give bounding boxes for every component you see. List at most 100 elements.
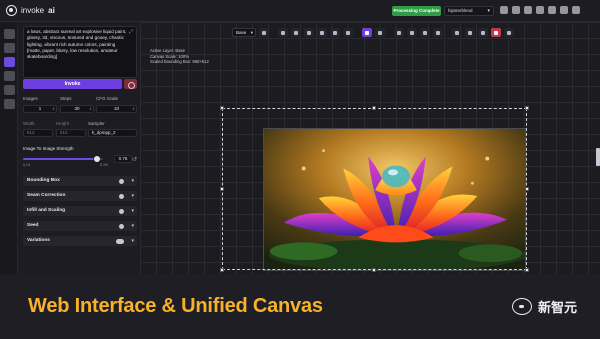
status-badge: Processing Complete xyxy=(392,6,441,16)
clear-canvas-icon[interactable] xyxy=(491,28,501,37)
logo-prefix: invoke xyxy=(21,6,45,15)
section-seam-correction[interactable]: Seam Correction ▾ xyxy=(23,191,137,201)
cfg-scale-stepper[interactable]: 10 ⇕ xyxy=(96,105,137,113)
section-label: Seed xyxy=(27,223,39,228)
width-select[interactable]: 512 xyxy=(23,129,53,137)
erase-bbox-icon[interactable] xyxy=(317,28,327,37)
image-to-image-icon[interactable] xyxy=(4,43,15,53)
invoke-button[interactable]: Invoke xyxy=(23,79,122,89)
brush-options-icon[interactable] xyxy=(343,28,353,37)
steps-stepper[interactable]: 30 ⇕ xyxy=(60,105,94,113)
reset-icon[interactable]: ↺ xyxy=(132,156,137,163)
canvas-settings-icon[interactable] xyxy=(504,28,514,37)
sampler-label: Sampler xyxy=(88,121,105,126)
stepper-arrows-icon[interactable]: ⇕ xyxy=(89,106,92,112)
bbox-handle-top-right[interactable] xyxy=(525,106,529,110)
app-logo[interactable]: invoke ai xyxy=(6,5,55,16)
github-icon[interactable] xyxy=(560,6,568,14)
section-label: Bounding Box xyxy=(27,178,60,183)
variations-toggle[interactable] xyxy=(116,238,124,244)
merge-visible-icon[interactable] xyxy=(394,28,404,37)
section-infill-scaling[interactable]: Infill and Scaling ▾ xyxy=(23,206,137,216)
discord-icon[interactable] xyxy=(548,6,556,14)
reset-view-icon[interactable] xyxy=(375,28,385,37)
text-to-image-icon[interactable] xyxy=(4,29,15,39)
section-label: Variations xyxy=(27,238,50,243)
height-label: Height xyxy=(56,121,70,126)
undo-icon[interactable] xyxy=(465,28,475,37)
prompt-text: a lotus, abstract surreal art explosive … xyxy=(27,29,127,60)
bbox-handle-bottom[interactable] xyxy=(372,268,376,272)
strength-slider-fill[interactable] xyxy=(23,158,98,160)
height-select[interactable]: 512 xyxy=(56,129,86,137)
strength-value-input[interactable]: 0.75 xyxy=(114,155,132,163)
training-icon[interactable] xyxy=(4,99,15,109)
help-icon[interactable] xyxy=(119,223,124,229)
help-icon[interactable] xyxy=(119,193,124,199)
download-icon[interactable] xyxy=(433,28,443,37)
invoke-logo-icon xyxy=(6,5,17,16)
save-to-gallery-icon[interactable] xyxy=(407,28,417,37)
upload-icon[interactable] xyxy=(452,28,462,37)
chevron-down-icon: ▾ xyxy=(487,8,490,14)
images-label: Images xyxy=(23,96,38,101)
steps-label: Steps xyxy=(60,96,72,101)
bbox-handle-right[interactable] xyxy=(525,187,529,191)
layer-select[interactable]: Base ▾ xyxy=(232,28,256,37)
model-select-value: hipsterblend xyxy=(448,8,473,13)
section-label: Infill and Scaling xyxy=(27,208,66,213)
sampler-select[interactable]: k_dpmpp_2 xyxy=(88,129,137,137)
unified-canvas-icon[interactable] xyxy=(4,57,15,67)
color-picker-icon[interactable] xyxy=(330,28,340,37)
brush-icon[interactable] xyxy=(278,28,288,37)
section-seed[interactable]: Seed ▾ xyxy=(23,221,137,231)
globe-icon[interactable] xyxy=(524,6,532,14)
section-bounding-box[interactable]: Bounding Box ▾ xyxy=(23,176,137,186)
cancel-button[interactable] xyxy=(124,79,137,89)
bbox-handle-top[interactable] xyxy=(372,106,376,110)
strength-min: 0.01 xyxy=(23,162,31,167)
strength-max: 0.99 xyxy=(100,162,108,167)
section-variations[interactable]: Variations ▾ xyxy=(23,236,137,246)
chevron-down-icon: ▾ xyxy=(131,193,134,199)
nodes-icon[interactable] xyxy=(4,71,15,81)
unified-canvas[interactable]: Base ▾ Active Layer: Base Canvas Scale: 1… xyxy=(140,22,600,274)
images-stepper[interactable]: 1 ⇕ xyxy=(23,105,57,113)
chevron-down-icon: ▾ xyxy=(131,178,134,184)
brand-watermark: 新智元 xyxy=(512,297,577,316)
strength-slider-handle[interactable] xyxy=(94,155,101,162)
help-icon[interactable] xyxy=(119,208,124,214)
fill-bbox-icon[interactable] xyxy=(304,28,314,37)
bbox-handle-top-left[interactable] xyxy=(220,106,224,110)
strength-label: Image To Image Strength xyxy=(23,146,74,151)
postprocess-icon[interactable] xyxy=(4,85,15,95)
banner-title: Web Interface & Unified Canvas xyxy=(28,295,323,317)
moon-icon[interactable] xyxy=(572,6,580,14)
redo-icon[interactable] xyxy=(478,28,488,37)
help-icon[interactable] xyxy=(119,178,124,184)
model-select[interactable]: hipsterblend ▾ xyxy=(444,6,494,16)
cube-icon[interactable] xyxy=(512,6,520,14)
stepper-arrows-icon[interactable]: ⇕ xyxy=(52,106,55,112)
copy-to-clipboard-icon[interactable] xyxy=(420,28,430,37)
logo-suffix: ai xyxy=(48,6,55,15)
eraser-icon[interactable] xyxy=(291,28,301,37)
canvas-scrollbar[interactable] xyxy=(596,148,600,166)
bbox-handle-bottom-left[interactable] xyxy=(220,268,224,272)
stepper-arrows-icon[interactable]: ⇕ xyxy=(132,106,135,112)
canvas-info: Active Layer: Base Canvas Scale: 100% Sc… xyxy=(150,48,209,65)
brand-name: 新智元 xyxy=(538,300,578,315)
tab-rail xyxy=(0,22,18,274)
top-bar: invoke ai Processing Complete hipsterble… xyxy=(0,0,600,22)
move-tool-icon[interactable] xyxy=(362,28,372,37)
section-label: Seam Correction xyxy=(27,193,66,198)
expand-icon[interactable]: ⤢ xyxy=(129,29,133,35)
bbox-handle-left[interactable] xyxy=(220,187,224,191)
keyboard-icon[interactable] xyxy=(500,6,508,14)
settings-icon[interactable] xyxy=(536,6,544,14)
bounding-box[interactable] xyxy=(222,108,527,270)
bbox-handle-bottom-right[interactable] xyxy=(525,268,529,272)
chevron-down-icon: ▾ xyxy=(131,238,134,244)
mask-options-icon[interactable] xyxy=(259,28,269,37)
prompt-input[interactable]: a lotus, abstract surreal art explosive … xyxy=(23,26,137,78)
